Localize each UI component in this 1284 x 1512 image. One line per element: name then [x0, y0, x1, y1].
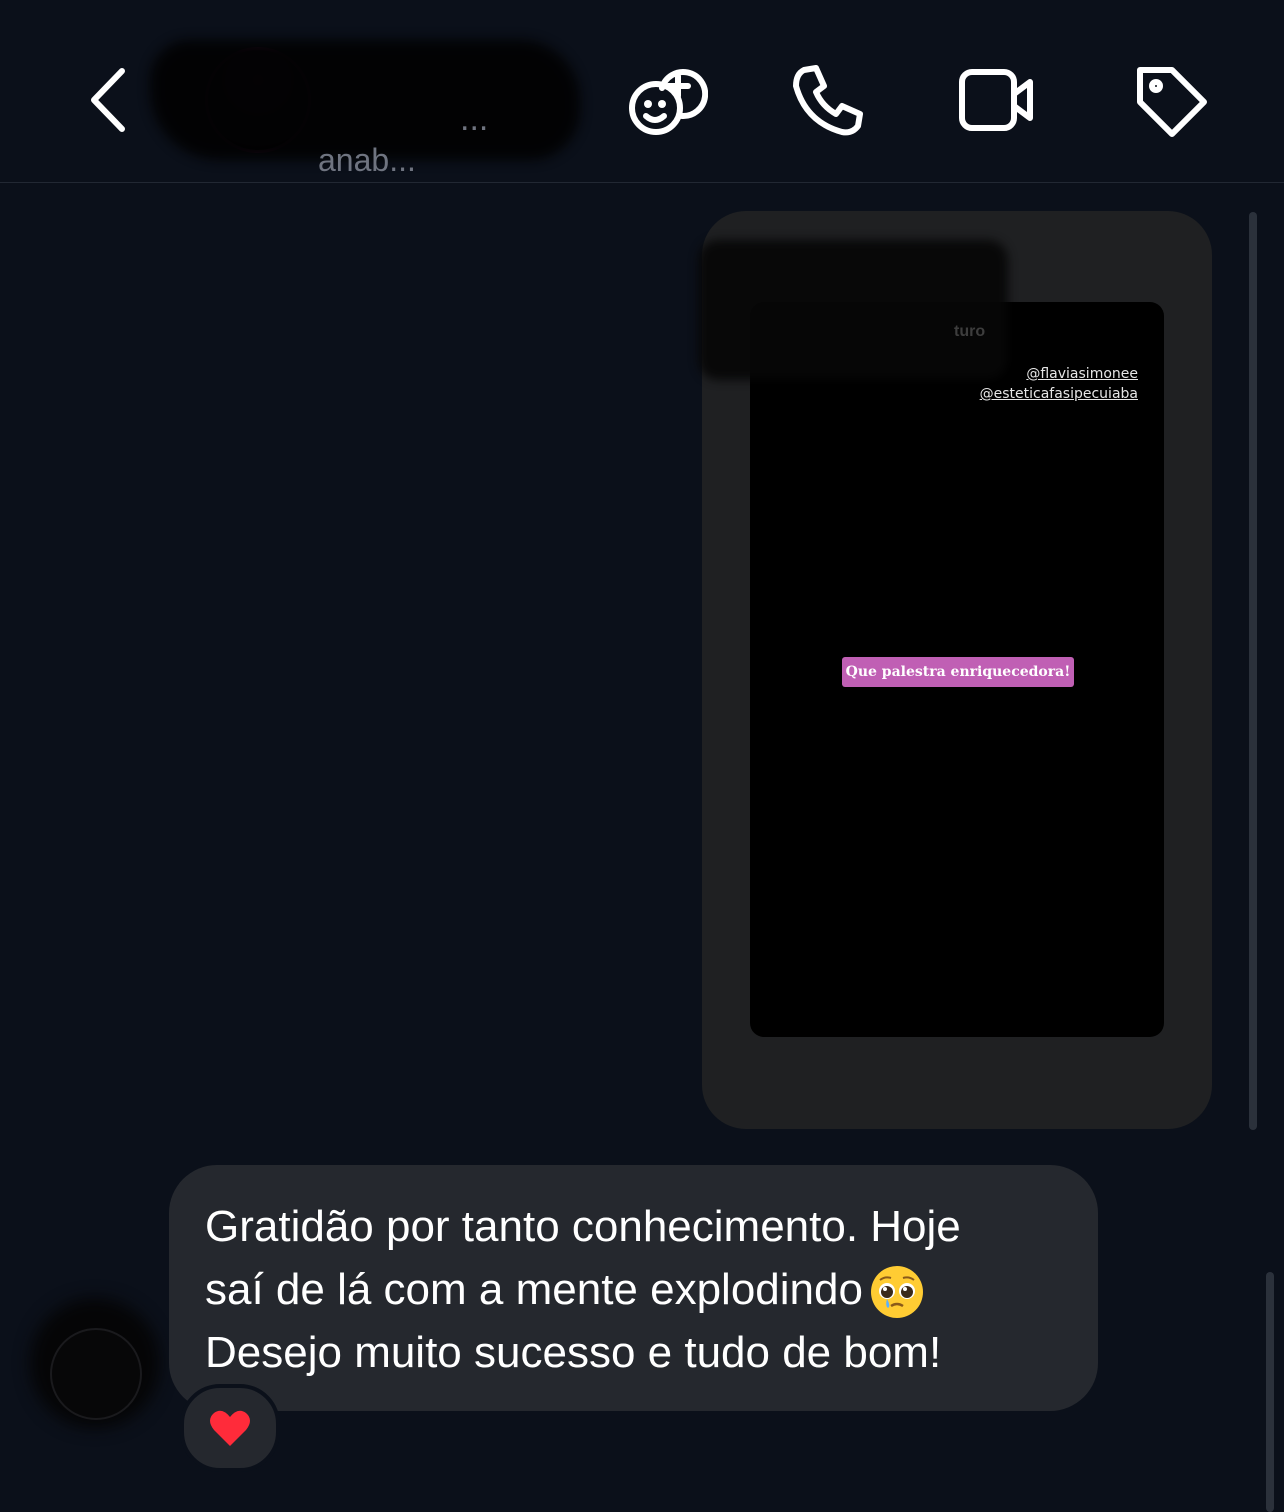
contact-name[interactable]: ...: [460, 100, 488, 139]
back-button[interactable]: [78, 62, 138, 138]
voice-call-button[interactable]: [786, 58, 870, 142]
sticker-add-icon: [629, 69, 708, 135]
story-preview[interactable]: @flaviasimonee @esteticafasipecuiaba Que…: [750, 302, 1164, 1037]
message-line: Desejo muito sucesso e tudo de bom!: [205, 1328, 942, 1377]
sender-avatar[interactable]: [30, 1298, 160, 1428]
message-text: Gratidão por tanto conhecimento. Hoje sa…: [205, 1195, 1075, 1384]
scrollbar[interactable]: [1249, 212, 1257, 1130]
phone-icon: [793, 65, 863, 136]
message-line-text: saí de lá com a mente explodindo: [205, 1265, 863, 1314]
story-mention: @esteticafasipecuiaba: [979, 386, 1138, 402]
chat-header: ... anab...: [0, 0, 1284, 183]
scrollbar[interactable]: [1266, 1272, 1274, 1512]
chevron-left-icon: [91, 68, 125, 132]
heart-reaction[interactable]: [180, 1384, 280, 1472]
tag-button[interactable]: [1128, 58, 1212, 142]
emoji-add-button[interactable]: [624, 58, 708, 142]
story-username: turo: [954, 323, 986, 340]
tag-icon: [1137, 67, 1207, 137]
message-line: saí de lá com a mente explodindo: [205, 1258, 1075, 1321]
message-line: Gratidão por tanto conhecimento. Hoje: [205, 1202, 961, 1251]
video-camera-icon: [959, 69, 1033, 131]
story-sticker-text: Que palestra enriquecedora!: [842, 657, 1074, 687]
redacted-area: [698, 240, 1008, 380]
heart-icon: [210, 1410, 250, 1446]
contact-username[interactable]: anab...: [318, 142, 416, 179]
avatar-ring: [50, 1328, 142, 1420]
story-mention: @flaviasimonee: [1026, 366, 1138, 382]
video-call-button[interactable]: [954, 58, 1038, 142]
contact-info[interactable]: ... anab...: [150, 30, 590, 178]
message-bubble[interactable]: Gratidão por tanto conhecimento. Hoje sa…: [169, 1165, 1098, 1411]
pleading-face-icon: [870, 1266, 923, 1319]
